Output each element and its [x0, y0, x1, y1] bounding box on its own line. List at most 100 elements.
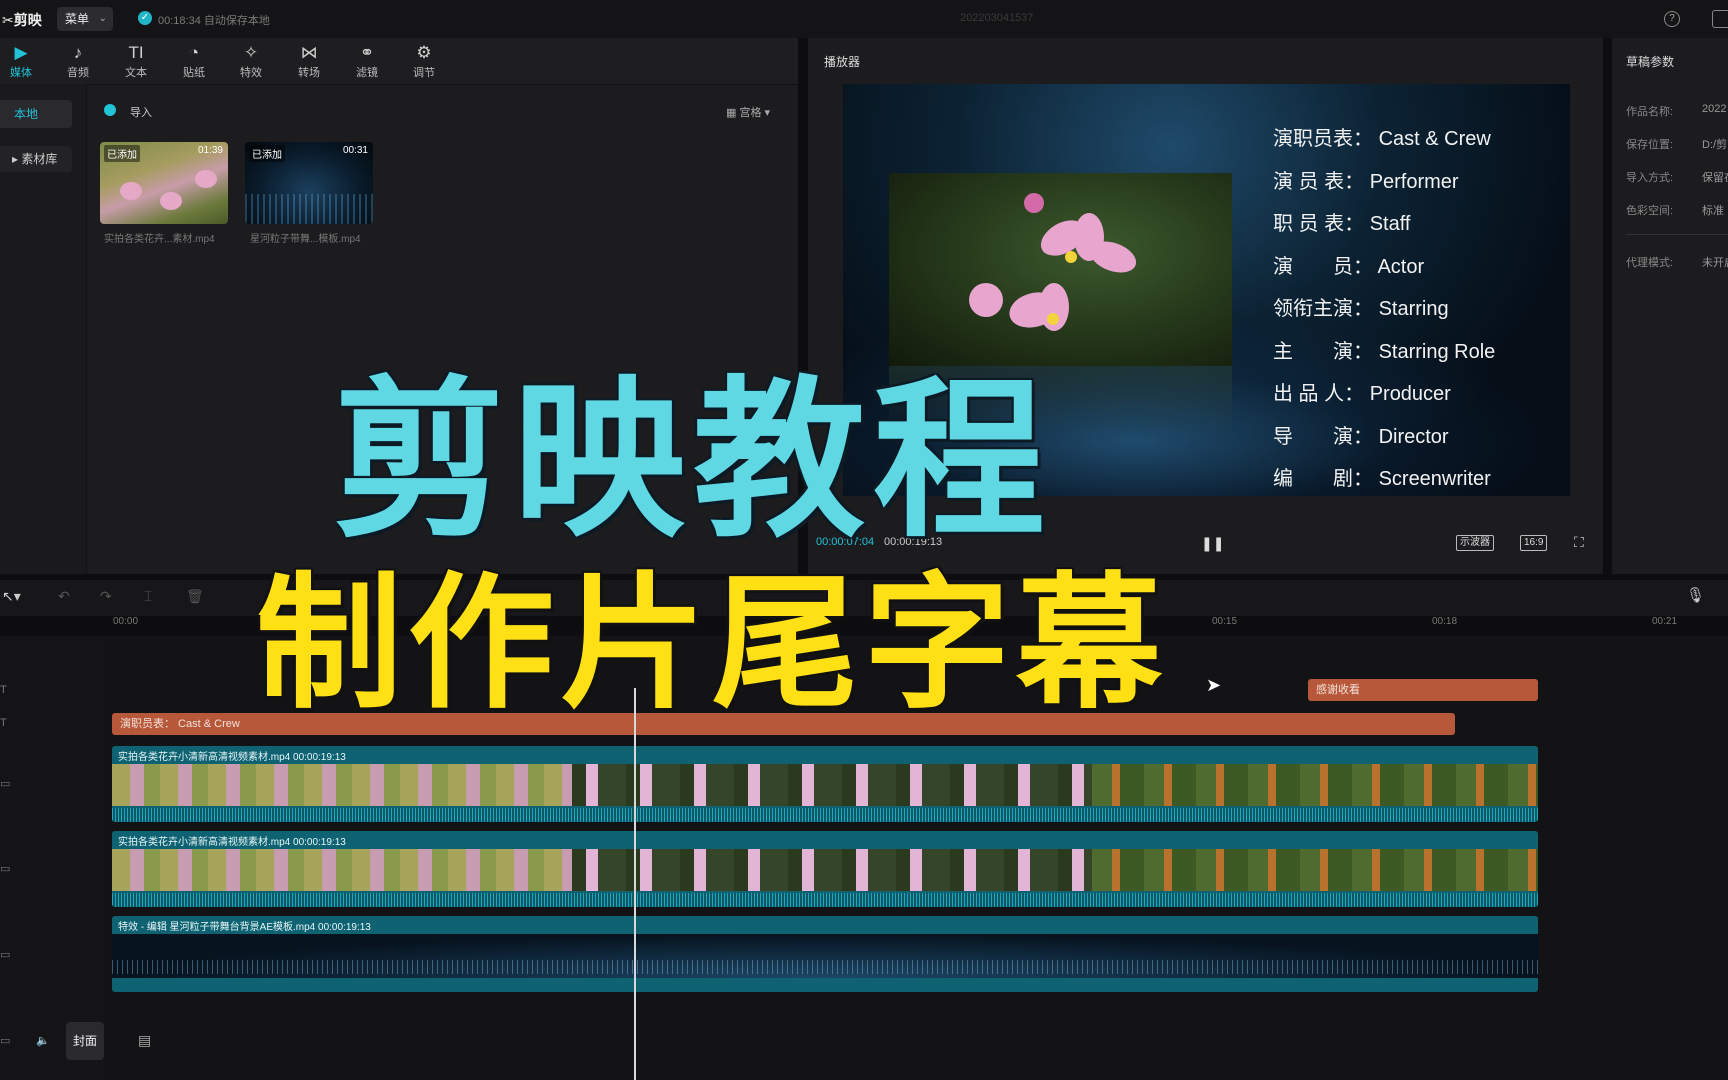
track-headers: [0, 636, 110, 1080]
tool-sticker[interactable]: ◔ 贴纸: [169, 42, 219, 80]
ruler-tick: 00:00: [113, 616, 139, 627]
asset-toolbar: ▶ 媒体 ♪ 音频 TI 文本 ◔ 贴纸 ✧ 特效 ⋈ 转场 ⚭ 滤镜 ⚙ 调节: [0, 38, 798, 85]
flower-petal: [969, 283, 1003, 317]
layout-icon[interactable]: [1712, 10, 1728, 28]
credit-value: Producer: [1369, 383, 1451, 405]
sticker-icon: ◔: [188, 43, 200, 62]
text-icon: TI: [128, 43, 144, 62]
frames-meadow: [1092, 764, 1538, 806]
mute-icon[interactable]: 🔈: [36, 1034, 50, 1047]
credit-key: 领衔主演：: [1273, 298, 1373, 320]
tool-adjust[interactable]: ⚙ 调节: [399, 42, 449, 80]
mouse-cursor-icon: ➤: [1206, 675, 1222, 695]
credit-value: Starring Role: [1378, 341, 1496, 363]
app-logo-icon: ✂: [2, 12, 14, 28]
clip-duration: 01:39: [197, 145, 223, 156]
field-value: 未开启: [1702, 257, 1728, 269]
redo-icon[interactable]: ↷: [100, 588, 112, 605]
tool-label: 音频: [67, 67, 89, 79]
tool-media[interactable]: ▶ 媒体: [0, 42, 46, 80]
media-item-starfield[interactable]: 已添加 00:31: [245, 142, 373, 224]
field-label: 色彩空间:: [1626, 205, 1674, 217]
credit-key: 演 员 表：: [1273, 171, 1365, 193]
tool-label: 特效: [240, 67, 262, 79]
clip-duration: 00:31: [342, 145, 368, 156]
filter-icon: ⚭: [359, 43, 375, 62]
split-icon[interactable]: ⌶: [144, 588, 152, 605]
tool-audio[interactable]: ♪ 音频: [53, 42, 103, 80]
tool-transition[interactable]: ⋈ 转场: [284, 42, 334, 80]
tool-filter[interactable]: ⚭ 滤镜: [342, 42, 392, 80]
credit-line: 出 品 人： Producer: [1273, 377, 1451, 406]
cover-button[interactable]: 封面: [66, 1022, 104, 1060]
clip-frames: [112, 849, 1538, 891]
video-clip-flowers-1[interactable]: 实拍各类花卉小清新高清视频素材.mp4 00:00:19:13: [112, 746, 1538, 822]
pause-icon[interactable]: ❚❚: [1201, 535, 1224, 552]
credit-line: 职 员 表： Staff: [1273, 207, 1410, 236]
project-name: 202203041537: [960, 12, 1034, 24]
tool-effects[interactable]: ✧ 特效: [226, 42, 276, 80]
film-icon[interactable]: ▤: [138, 1032, 151, 1049]
flower-petal: [195, 170, 217, 188]
menu-button[interactable]: 菜单 ⌄: [57, 7, 113, 31]
media-icon: ▶: [14, 43, 28, 62]
flower-petal: [120, 182, 142, 200]
player-title: 播放器: [824, 55, 861, 69]
effects-icon: ✧: [243, 43, 259, 62]
draft-title: 草稿参数: [1626, 55, 1675, 69]
credit-line: 主 演： Starring Role: [1273, 335, 1495, 364]
credit-value: Starring: [1378, 298, 1449, 320]
tool-label: 调节: [413, 67, 435, 79]
tool-label: 文本: [125, 67, 147, 79]
credit-key: 演 员：: [1273, 256, 1373, 278]
frames-field: [112, 764, 572, 806]
credit-key: 导 演：: [1273, 426, 1373, 448]
view-mode-dropdown[interactable]: ▦ 宫格 ▾: [726, 104, 770, 120]
playhead[interactable]: [634, 688, 636, 1080]
video-clip-starfield[interactable]: 特效 - 编辑 星河粒子带舞台背景AE模板.mp4 00:00:19:13: [112, 916, 1538, 992]
import-icon[interactable]: [104, 104, 116, 116]
text-clip-thanks[interactable]: 感谢收看: [1308, 679, 1538, 701]
sidebar-item-local[interactable]: 本地: [0, 100, 72, 128]
undo-icon[interactable]: ↶: [58, 588, 70, 605]
credit-value: Actor: [1377, 256, 1425, 278]
view-mode-label: 宫格: [739, 107, 762, 119]
video-track-icon: ▭: [0, 863, 11, 875]
chevron-down-icon: ⌄: [98, 13, 107, 24]
credit-value: Screenwriter: [1378, 468, 1491, 490]
autosave-check-icon: ✓: [138, 11, 152, 25]
credit-line: 导 演： Director: [1273, 420, 1449, 449]
clip-frames: [112, 764, 1538, 806]
video-track-icon: ▭: [0, 778, 11, 790]
field-label: 导入方式:: [1626, 172, 1674, 184]
main-track-icon: ▭: [0, 1035, 11, 1047]
credit-value: Director: [1378, 426, 1449, 448]
credit-value: Performer: [1369, 171, 1459, 193]
overlay-subtitle: 制作片尾字幕: [256, 559, 1168, 729]
tool-text[interactable]: TI 文本: [111, 42, 161, 80]
audio-waveform: [112, 893, 1538, 907]
fullscreen-icon[interactable]: ⛶: [1574, 534, 1584, 551]
menu-label: 菜单: [65, 12, 90, 26]
credit-line: 演 员： Actor: [1273, 250, 1424, 279]
import-button[interactable]: 导入: [130, 104, 152, 120]
credit-value: Cast & Crew: [1378, 128, 1491, 150]
flower-bud: [1024, 193, 1044, 213]
video-track-icon: ▭: [0, 949, 11, 961]
help-icon[interactable]: ?: [1664, 11, 1680, 27]
video-clip-flowers-2[interactable]: 实拍各类花卉小清新高清视频素材.mp4 00:00:19:13: [112, 831, 1538, 907]
credit-key: 出 品 人：: [1273, 383, 1365, 405]
sidebar-item-library[interactable]: ▸ 素材库: [0, 146, 72, 172]
text-track-icon: T: [0, 717, 7, 729]
tool-label: 转场: [298, 67, 320, 79]
grid-icon: ▦: [726, 107, 740, 119]
text-track-icon: T: [0, 684, 7, 696]
aspect-ratio-button[interactable]: 16:9: [1520, 535, 1548, 551]
scope-button[interactable]: 示波器: [1456, 535, 1494, 551]
microphone-icon[interactable]: 🎙: [1686, 586, 1705, 604]
select-cursor-icon[interactable]: ↖▾: [2, 588, 21, 605]
delete-icon[interactable]: 🗑: [186, 588, 204, 605]
media-item-flowers[interactable]: 已添加 01:39: [100, 142, 228, 224]
flower-petal: [160, 192, 182, 210]
ruler-tick: 00:21: [1652, 616, 1678, 627]
